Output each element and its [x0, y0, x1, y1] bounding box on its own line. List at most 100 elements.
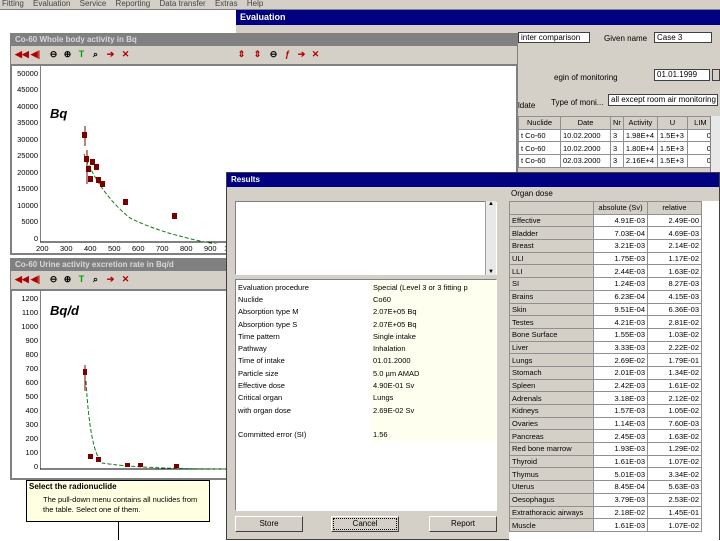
- cross-icon[interactable]: ✕: [119, 273, 132, 285]
- table-row[interactable]: SI 1.24E-03 8.27E-03: [509, 277, 702, 291]
- arrow-right-icon[interactable]: ➔: [104, 273, 117, 285]
- type-monitoring-field[interactable]: all except room air monitoring: [608, 94, 718, 106]
- table-row[interactable]: Kidneys 1.57E-03 1.05E-02: [509, 404, 702, 418]
- table-row[interactable]: Adrenals 3.18E-03 2.12E-02: [509, 391, 702, 405]
- table-row[interactable]: Breast 3.21E-03 2.14E-02: [509, 239, 702, 253]
- menu-help[interactable]: Help: [247, 0, 263, 8]
- absolute-dose: 1.55E-03: [593, 327, 648, 342]
- measurement-table: Nuclide Date Nr Activity U LIM t Co-60 1…: [518, 116, 714, 168]
- col-date[interactable]: Date: [560, 116, 611, 130]
- table-row[interactable]: Liver 3.33E-03 2.22E-02: [509, 340, 702, 355]
- absolute-dose: 4.21E-03: [593, 315, 648, 329]
- col-u[interactable]: U: [656, 116, 688, 130]
- table-row[interactable]: Bone Surface 1.55E-03 1.03E-02: [509, 327, 702, 342]
- message-scrollbar[interactable]: ▲ ▼: [485, 201, 496, 275]
- col-absolute[interactable]: absolute (Sv): [593, 201, 648, 215]
- organ-name: Red bone marrow: [509, 442, 594, 456]
- scroll-up-icon[interactable]: ▲: [486, 201, 496, 207]
- table-row[interactable]: t Co-60 10.02.2000 3 1.80E+4 1.5E+3 0: [518, 141, 714, 156]
- fx-icon[interactable]: ƒ: [281, 48, 294, 60]
- table-row[interactable]: Thyroid 1.61E-03 1.07E-02: [509, 454, 702, 469]
- table-row[interactable]: Spleen 2.42E-03 1.61E-02: [509, 378, 702, 393]
- menu-reporting[interactable]: Reporting: [116, 0, 151, 8]
- results-message-box[interactable]: [235, 201, 497, 275]
- table-row[interactable]: ULI 1.75E-03 1.17E-02: [509, 251, 702, 266]
- absolute-dose: 2.45E-03: [593, 429, 648, 444]
- menu-evaluation[interactable]: Evaluation: [33, 0, 70, 8]
- magnify-icon[interactable]: ⌕: [89, 48, 102, 60]
- absolute-dose: 4.91E-03: [593, 213, 648, 228]
- prev-icon[interactable]: ◀|: [29, 273, 42, 285]
- comparison-field[interactable]: inter comparison: [518, 32, 590, 43]
- menu-extras[interactable]: Extras: [215, 0, 238, 8]
- begin-monitoring-field[interactable]: 01.01.1999: [654, 69, 710, 81]
- zoom-in-icon[interactable]: ⊕: [61, 48, 74, 60]
- first-icon[interactable]: ◀◀: [15, 48, 29, 60]
- menu-data-transfer[interactable]: Data transfer: [159, 0, 205, 8]
- organ-name: Brains: [509, 289, 594, 304]
- table-row[interactable]: Thymus 5.01E-03 3.34E-02: [509, 467, 702, 482]
- relative-dose: 3.34E-02: [647, 467, 702, 482]
- organ-name: LLI: [509, 264, 594, 279]
- table-row[interactable]: Skin 9.51E-04 6.36E-03: [509, 302, 702, 317]
- table-row[interactable]: t Co-60 10.02.2000 3 1.98E+4 1.5E+3 0: [518, 128, 714, 143]
- table-row[interactable]: Ovaries 1.14E-03 7.60E-03: [509, 416, 702, 431]
- report-button[interactable]: Report: [429, 516, 497, 532]
- arrow-right-icon[interactable]: ➔: [104, 48, 117, 60]
- menu-fitting[interactable]: Fitting: [2, 0, 24, 8]
- cancel-button[interactable]: Cancel: [331, 516, 399, 532]
- magnify-icon[interactable]: ⌕: [89, 273, 102, 285]
- close-plot-icon[interactable]: ✕: [309, 48, 322, 60]
- move-up-icon[interactable]: ⇕: [235, 48, 248, 60]
- cross-icon[interactable]: ✕: [119, 48, 132, 60]
- store-button[interactable]: Store: [235, 516, 303, 532]
- table-row[interactable]: Red bone marrow 1.93E-03 1.29E-02: [509, 442, 702, 456]
- table-row[interactable]: LLI 2.44E-03 1.63E-02: [509, 264, 702, 279]
- arrow-icon[interactable]: ➔: [295, 48, 308, 60]
- property-key: Absorption type S: [236, 317, 371, 331]
- cell: 1.80E+4: [622, 141, 658, 156]
- col-activity[interactable]: Activity: [622, 116, 658, 130]
- x-tick: 900: [204, 244, 217, 253]
- zoom-in-icon[interactable]: ⊕: [61, 273, 74, 285]
- table-row[interactable]: Muscle 1.61E-03 1.07E-02: [509, 518, 702, 532]
- property-value: Single intake: [371, 330, 496, 343]
- y-tick: 1200: [21, 294, 38, 303]
- table-row[interactable]: Extrathoracic airways 2.18E-02 1.45E-01: [509, 505, 702, 520]
- table-row[interactable]: Effective 4.91E-03 2.49E-00: [509, 213, 702, 228]
- table-row[interactable]: Bladder 7.03E-04 4.69E-03: [509, 226, 702, 241]
- y-tick: 1100: [21, 308, 38, 317]
- plot2-area[interactable]: 1200 1100 1000 900 800 700 600 500 400 3…: [11, 290, 230, 479]
- cell: t Co-60: [518, 154, 561, 168]
- table-row[interactable]: Lungs 2.69E-02 1.79E-01: [509, 353, 702, 367]
- organ-dose-table: absolute (Sv) relative Effective 4.91E-03…: [509, 201, 702, 532]
- table-row[interactable]: Pancreas 2.45E-03 1.63E-02: [509, 429, 702, 444]
- property-key: Critical organ: [236, 391, 371, 404]
- col-nuclide[interactable]: Nuclide: [518, 116, 561, 130]
- zoom-plot-icon[interactable]: ⊖: [267, 48, 280, 60]
- table-row[interactable]: Uterus 8.45E-04 5.63E-03: [509, 480, 702, 494]
- table-row[interactable]: Stomach 2.01E-03 1.34E-02: [509, 365, 702, 380]
- move-down-icon[interactable]: ⇕: [251, 48, 264, 60]
- absolute-dose: 1.14E-03: [593, 416, 648, 431]
- prev-icon[interactable]: ◀|: [29, 48, 42, 60]
- col-relative[interactable]: relative: [647, 201, 702, 215]
- table-row[interactable]: t Co-60 02.03.2000 3 2.16E+4 1.5E+3 0: [518, 154, 714, 168]
- absolute-dose: 2.01E-03: [593, 365, 648, 380]
- menu-service[interactable]: Service: [80, 0, 107, 8]
- zoom-out-icon[interactable]: ⊖: [47, 48, 60, 60]
- absolute-dose: 2.69E-02: [593, 353, 648, 367]
- table-scrollbar[interactable]: [710, 116, 720, 174]
- begin-monitoring-dropdown[interactable]: [712, 69, 720, 81]
- text-tool-icon[interactable]: T: [75, 48, 88, 60]
- text-tool-icon[interactable]: T: [75, 273, 88, 285]
- table-row[interactable]: Oesophagus 3.79E-03 2.53E-02: [509, 492, 702, 507]
- y-tick: 20000: [17, 168, 38, 177]
- table-row[interactable]: Brains 6.23E-04 4.15E-03: [509, 289, 702, 304]
- first-icon[interactable]: ◀◀: [15, 273, 29, 285]
- table-row[interactable]: Testes 4.21E-03 2.81E-02: [509, 315, 702, 329]
- zoom-out-icon[interactable]: ⊖: [47, 273, 60, 285]
- scroll-down-icon[interactable]: ▼: [486, 269, 496, 275]
- given-name-field[interactable]: Case 3: [654, 32, 712, 43]
- col-nr[interactable]: Nr: [610, 116, 624, 130]
